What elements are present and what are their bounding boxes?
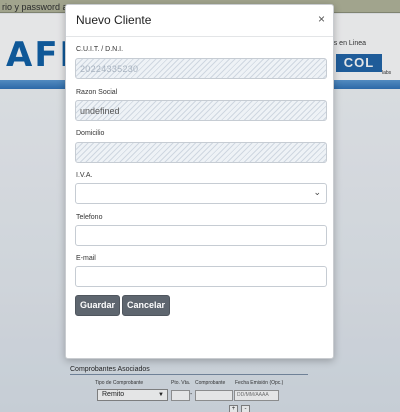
iva-select[interactable]: ⌄ bbox=[75, 183, 327, 204]
cancelar-button[interactable]: Cancelar bbox=[122, 295, 170, 316]
domicilio-label: Domicilio bbox=[76, 130, 105, 137]
cuit-input[interactable]: 20224335230 bbox=[75, 58, 327, 79]
close-icon[interactable]: × bbox=[318, 13, 325, 25]
nuevo-cliente-modal: Nuevo Cliente × C.U.I.T. / D.N.I. 202243… bbox=[65, 4, 334, 359]
razon-social-input[interactable]: undefined bbox=[75, 100, 327, 121]
email-input[interactable] bbox=[75, 266, 327, 287]
razon-social-label: Razon Social bbox=[76, 89, 118, 96]
email-label: E-mail bbox=[76, 255, 96, 262]
cuit-label: C.U.I.T. / D.N.I. bbox=[76, 46, 124, 53]
telefono-input[interactable] bbox=[75, 225, 327, 246]
razon-social-value: undefined bbox=[80, 106, 120, 116]
telefono-label: Telefono bbox=[76, 214, 103, 221]
modal-header: Nuevo Cliente × bbox=[66, 5, 333, 37]
domicilio-input[interactable] bbox=[75, 142, 327, 163]
guardar-button[interactable]: Guardar bbox=[75, 295, 120, 316]
iva-label: I.V.A. bbox=[76, 172, 93, 179]
chevron-down-icon: ⌄ bbox=[313, 187, 321, 197]
cuit-value: 20224335230 bbox=[80, 64, 139, 74]
modal-title: Nuevo Cliente bbox=[76, 13, 152, 27]
